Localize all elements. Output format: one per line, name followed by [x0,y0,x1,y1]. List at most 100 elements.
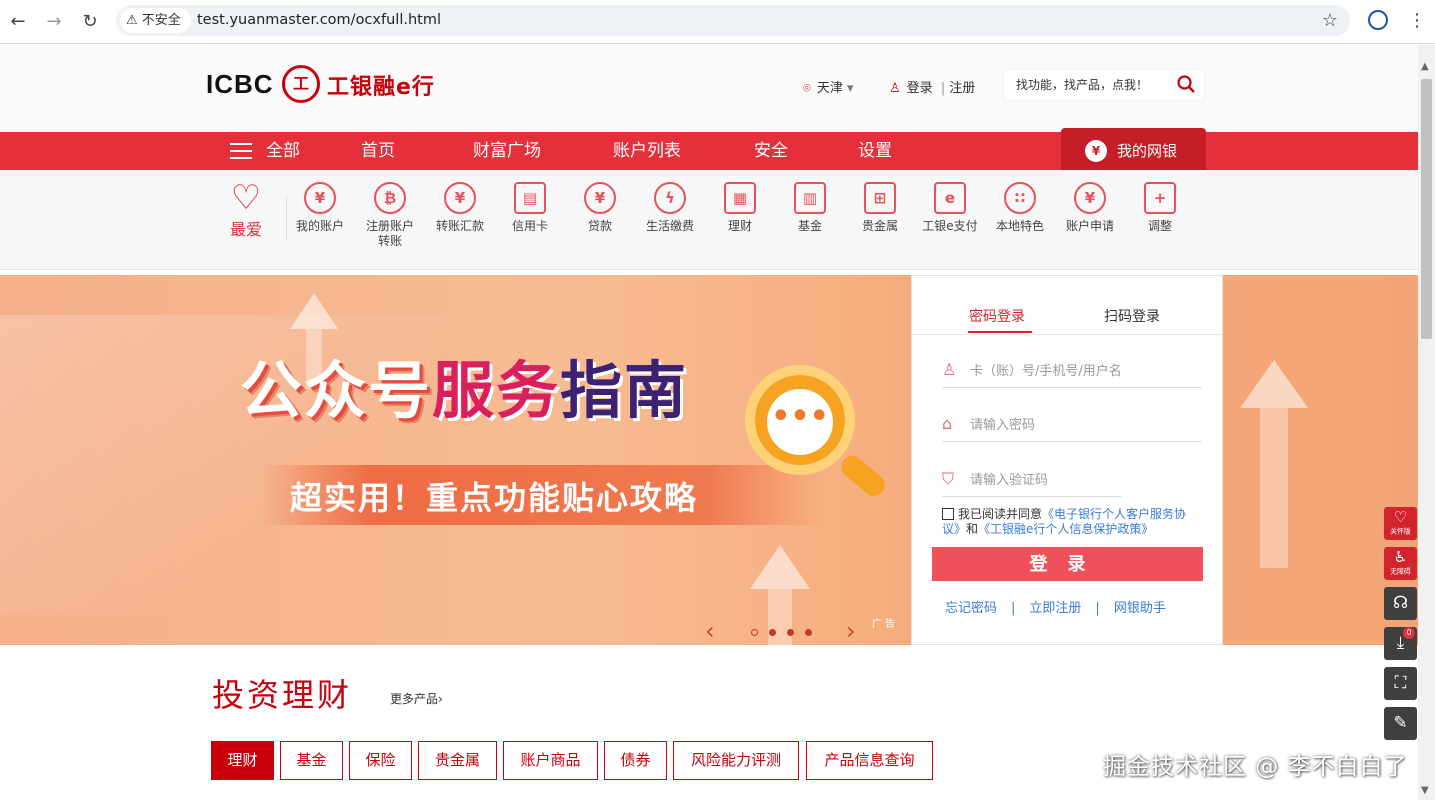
quick-apply[interactable]: ¥ 账户申请 [1055,182,1125,234]
quick-epay[interactable]: e 工银e支付 [915,182,985,234]
tab-bonds[interactable]: 债券 [604,741,667,780]
quick-wealth[interactable]: ▦ 理财 [705,182,775,234]
captcha-input[interactable] [970,467,1120,493]
search-icon[interactable] [1176,74,1196,94]
quick-label: 基金 [797,219,822,233]
agree-text: 我已阅读并同意 [958,507,1043,521]
privacy-policy-link[interactable]: 《工银融e行个人信息保护政策》 [978,522,1153,536]
nav-settings[interactable]: 设置 [858,132,892,170]
accessibility-icon: ♿ [1393,548,1408,566]
care-mode-button[interactable]: ♡ 关怀版 [1384,507,1417,540]
nav-home[interactable]: 首页 [361,132,395,170]
bookmark-star-icon[interactable]: ☆ [1322,5,1338,36]
more-products-link[interactable]: 更多产品› [390,690,443,707]
url-text[interactable]: test.yuanmaster.com/ocxfull.html [197,5,441,36]
watermark: 掘金技术社区 @ 李不白白了 [1103,754,1408,780]
banner-dot[interactable] [805,629,812,636]
scroll-thumb[interactable] [1421,79,1432,339]
my-bank-button[interactable]: ¥ 我的网银 [1061,128,1206,174]
login-link[interactable]: 登录 [907,81,933,96]
nav-wealth[interactable]: 财富广场 [473,132,541,170]
favorites[interactable]: ♡ 最爱 [222,180,270,240]
gold-icon: ⊞ [864,182,896,214]
password-input[interactable] [970,412,1190,438]
tab-gold[interactable]: 贵金属 [418,741,497,780]
nav-security[interactable]: 安全 [754,132,788,170]
quick-local[interactable]: ∷ 本地特色 [985,182,1055,234]
browser-menu-icon[interactable]: ⋮ [1408,9,1426,33]
caret-down-icon: ▾ [846,81,854,96]
security-chip[interactable]: ⚠ 不安全 [120,8,191,33]
nav-accounts[interactable]: 账户列表 [613,132,681,170]
scrollbar[interactable]: ▲ ▼ [1418,45,1435,800]
decor-arrow [1240,360,1308,408]
quick-credit-card[interactable]: ▤ 信用卡 [495,182,565,234]
login-button[interactable]: 登录 [932,547,1203,581]
signup-link[interactable]: 立即注册 [1029,601,1081,616]
nav-all[interactable]: 全部 [266,132,300,170]
banner-next-icon[interactable]: › [846,617,856,645]
quick-registered-transfer[interactable]: ₿ 注册账户转账 [355,182,425,249]
address-bar[interactable]: ⚠ 不安全 test.yuanmaster.com/ocxfull.html ☆ [116,5,1350,36]
user-icon: ♙ [889,81,901,96]
menu-icon[interactable] [230,143,252,159]
tab-product-info[interactable]: 产品信息查询 [806,741,933,780]
tab-wealth[interactable]: 理财 [211,741,274,780]
quick-remit[interactable]: ¥ 转账汇款 [425,182,495,234]
register-link[interactable]: 注册 [949,81,975,96]
customer-service-icon[interactable]: ☊ [1384,587,1417,620]
scroll-down-icon[interactable]: ▼ [1421,785,1429,796]
back-icon[interactable]: ← [6,10,30,34]
quick-label: 理财 [727,219,752,233]
search-box[interactable]: 找功能，找产品，点我！ [1004,70,1204,100]
quick-bills[interactable]: ϟ 生活缴费 [635,182,705,234]
login-panel: 密码登录 扫码登录 ♙ ⌂ ⛉ 我已阅读并同意《电子银行个人客户服务协议》和《工… [911,275,1223,645]
profile-icon[interactable] [1368,10,1388,30]
tab-fund[interactable]: 基金 [280,741,343,780]
account-field[interactable]: ♙ [942,356,1202,388]
account-input[interactable] [970,358,1190,384]
tab-insurance[interactable]: 保险 [349,741,412,780]
accessibility-button[interactable]: ♿ 无障碍 [1384,547,1417,580]
warning-icon: ⚠ [126,13,138,28]
icbc-logo-text[interactable]: ICBC [206,69,274,100]
agreement: 我已阅读并同意《电子银行个人客户服务协议》和《工银融e行个人信息保护政策》 [942,507,1202,537]
banner-dot[interactable] [751,629,758,636]
agree-checkbox[interactable] [942,508,954,520]
care-mode-label: 关怀版 [1390,527,1411,536]
password-field[interactable]: ⌂ [942,410,1202,442]
security-label: 不安全 [141,13,181,28]
search-placeholder: 找功能，找产品，点我！ [1016,78,1149,92]
tab-risk-assessment[interactable]: 风险能力评测 [673,741,799,780]
ad-label: 广告 [872,619,898,630]
scan-icon[interactable]: ⛶ [1384,667,1417,700]
banner-title: 公众号服务指南 [240,340,688,430]
site-header: ICBC 工 工银融e行 ⌾ 天津 ▾ ♙ 登录 | 注册 找功能，找产品，点我！ [0,45,1418,132]
quick-my-account[interactable]: ¥ 我的账户 [285,182,355,234]
tab-password-login[interactable]: 密码登录 [969,306,1025,326]
location-selector[interactable]: ⌾ 天津 ▾ [803,77,854,96]
banner-dot[interactable] [769,629,776,636]
active-tab-underline [968,331,1032,333]
quick-label: 贷款 [587,219,612,233]
ebank-helper-link[interactable]: 网银助手 [1114,601,1166,616]
reload-icon[interactable]: ↻ [78,10,102,34]
quick-fund[interactable]: ▥ 基金 [775,182,845,234]
tab-qr-login[interactable]: 扫码登录 [1104,306,1160,326]
magnifier-handle [836,451,890,501]
forward-icon[interactable]: → [42,10,66,34]
forgot-password-link[interactable]: 忘记密码 [945,601,997,616]
banner-dot[interactable] [787,629,794,636]
quick-label: 信用卡 [511,219,548,233]
heart-icon: ♡ [230,178,262,218]
captcha-field[interactable]: ⛉ [942,465,1122,497]
quick-label: 我的账户 [295,219,344,233]
quick-gold[interactable]: ⊞ 贵金属 [845,182,915,234]
scroll-up-icon[interactable]: ▲ [1421,61,1429,72]
quick-adjust[interactable]: + 调整 [1125,182,1195,234]
quick-loan[interactable]: ¥ 贷款 [565,182,635,234]
banner-prev-icon[interactable]: ‹ [705,617,715,645]
tab-account-products[interactable]: 账户商品 [503,741,598,780]
feedback-icon[interactable]: ✎ [1384,707,1417,740]
more-products-label: 更多产品 [390,692,439,706]
